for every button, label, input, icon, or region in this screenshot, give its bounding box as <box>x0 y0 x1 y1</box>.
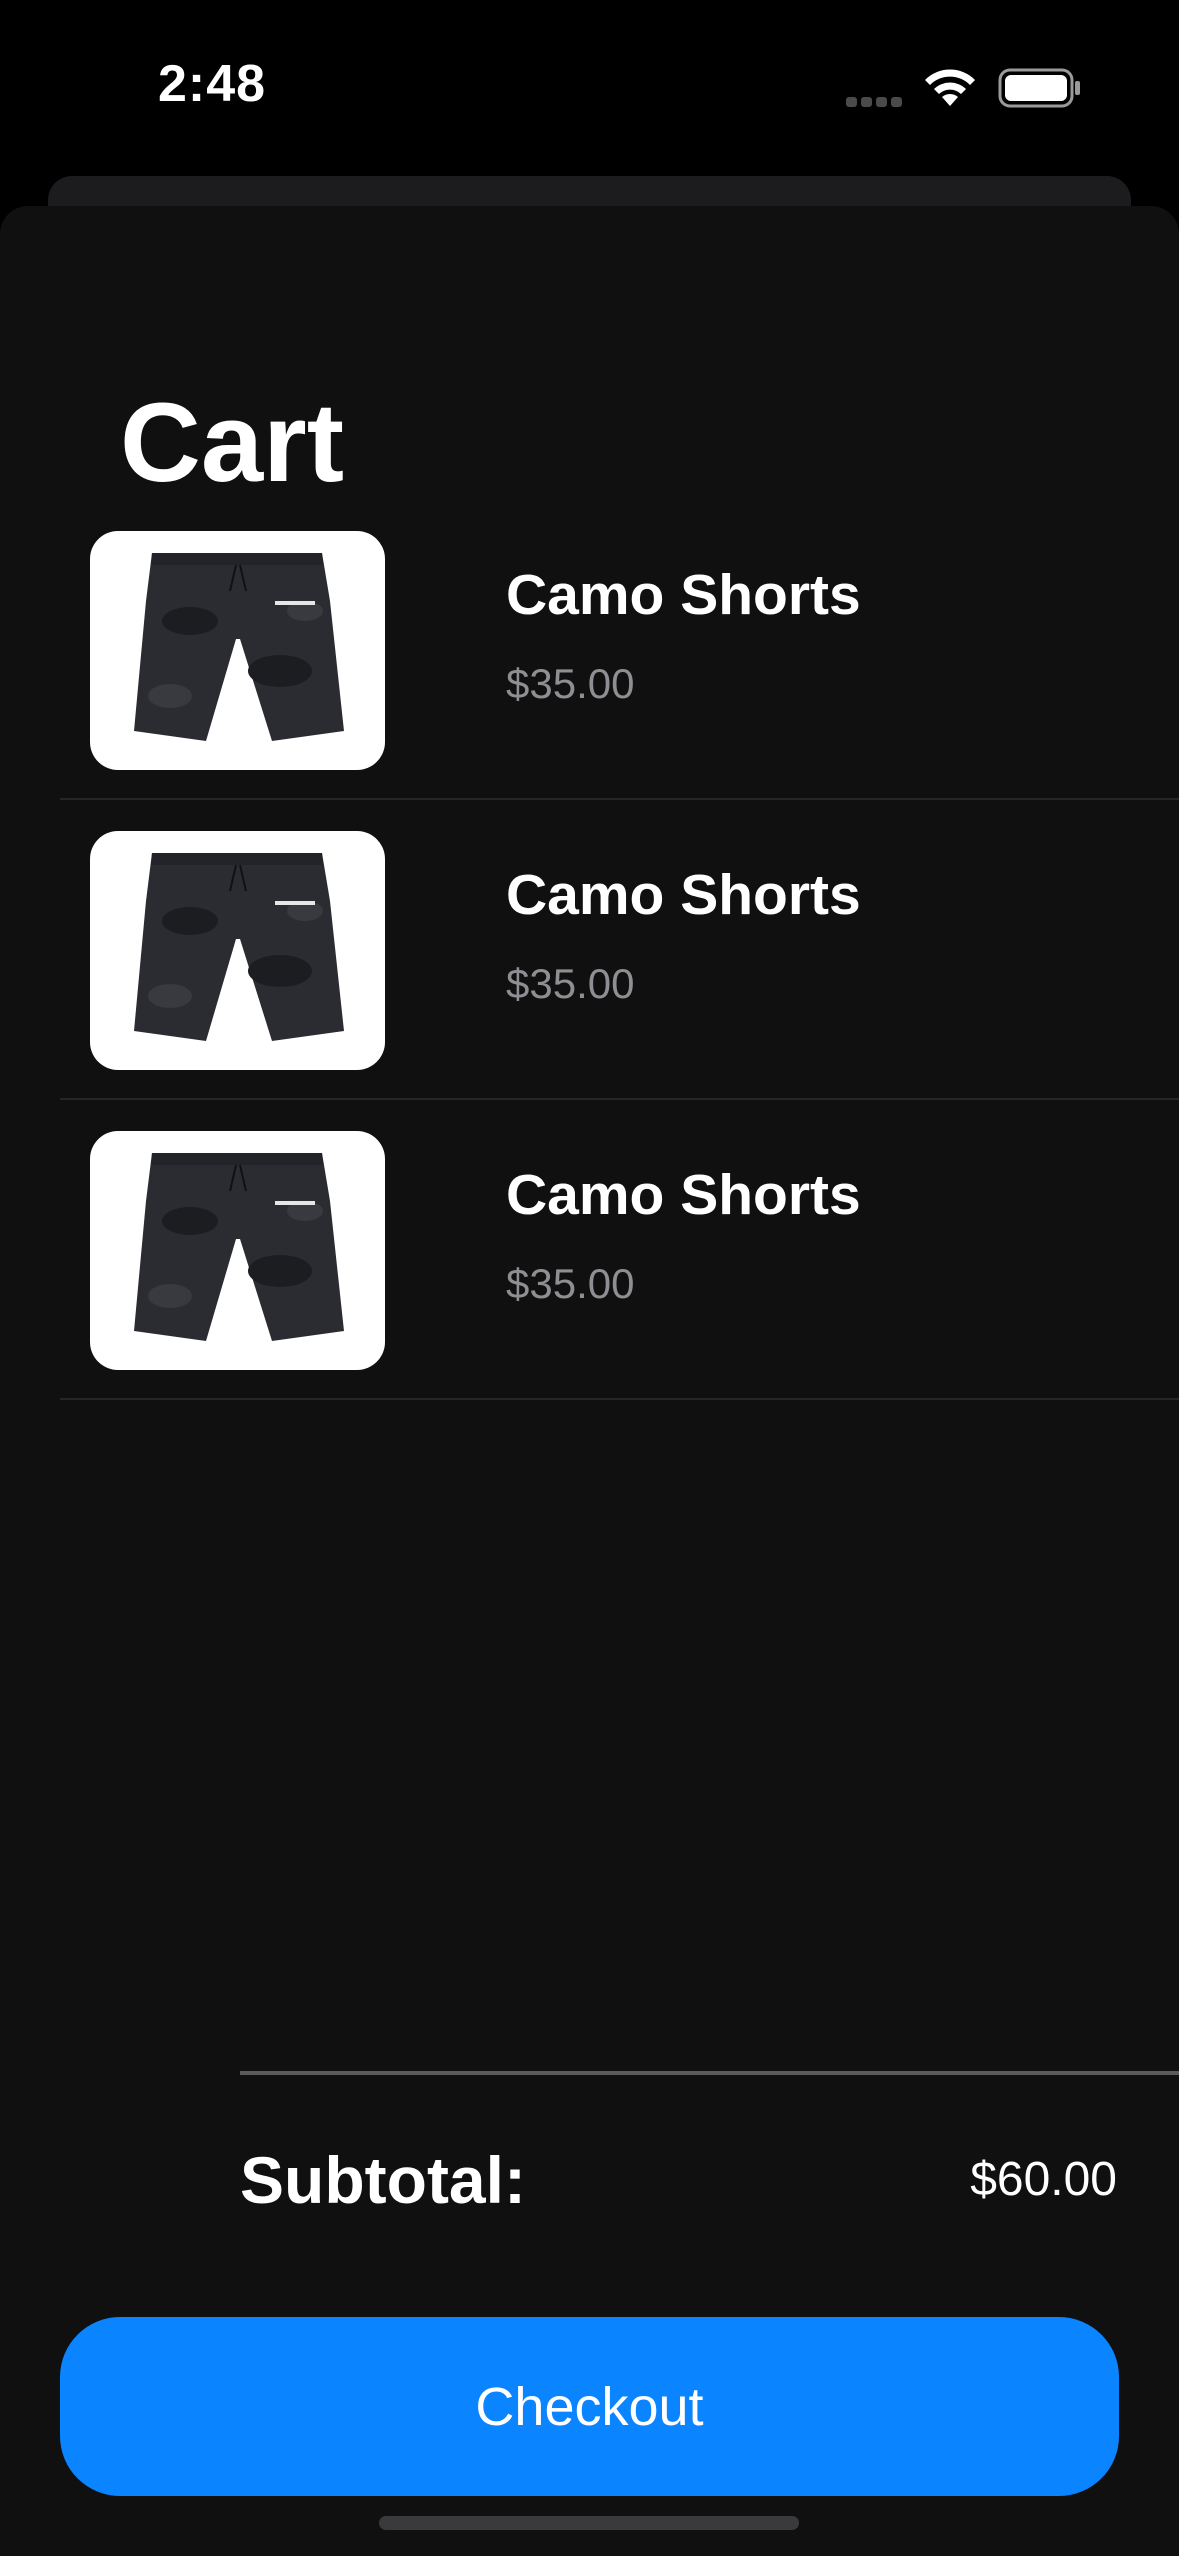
subtotal-divider <box>240 2071 1179 2075</box>
cart-list: Camo Shorts $35.00 Camo Shorts $35.00 Ca… <box>0 500 1179 1400</box>
home-indicator[interactable] <box>379 2516 799 2530</box>
cart-item[interactable]: Camo Shorts $35.00 <box>0 800 1179 1100</box>
checkout-button[interactable]: Checkout <box>60 2317 1119 2496</box>
status-bar: 2:48 <box>0 0 1179 175</box>
cellular-signal-icon <box>846 94 906 112</box>
item-name: Camo Shorts <box>506 1163 861 1227</box>
product-image <box>90 831 385 1070</box>
row-divider <box>60 1398 1179 1400</box>
subtotal-label: Subtotal: <box>240 2143 526 2217</box>
cart-item[interactable]: Camo Shorts $35.00 <box>0 500 1179 800</box>
item-name: Camo Shorts <box>506 863 861 927</box>
item-price: $35.00 <box>506 1260 635 1307</box>
product-image <box>90 531 385 770</box>
item-price: $35.00 <box>506 960 635 1007</box>
item-name: Camo Shorts <box>506 563 861 627</box>
page-title: Cart <box>120 380 345 506</box>
wifi-icon <box>922 66 978 113</box>
product-image <box>90 1131 385 1370</box>
item-price: $35.00 <box>506 660 635 707</box>
battery-icon <box>998 68 1082 113</box>
subtotal-value: $60.00 <box>970 2153 1117 2206</box>
status-time: 2:48 <box>158 55 267 113</box>
cart-item[interactable]: Camo Shorts $35.00 <box>0 1100 1179 1400</box>
